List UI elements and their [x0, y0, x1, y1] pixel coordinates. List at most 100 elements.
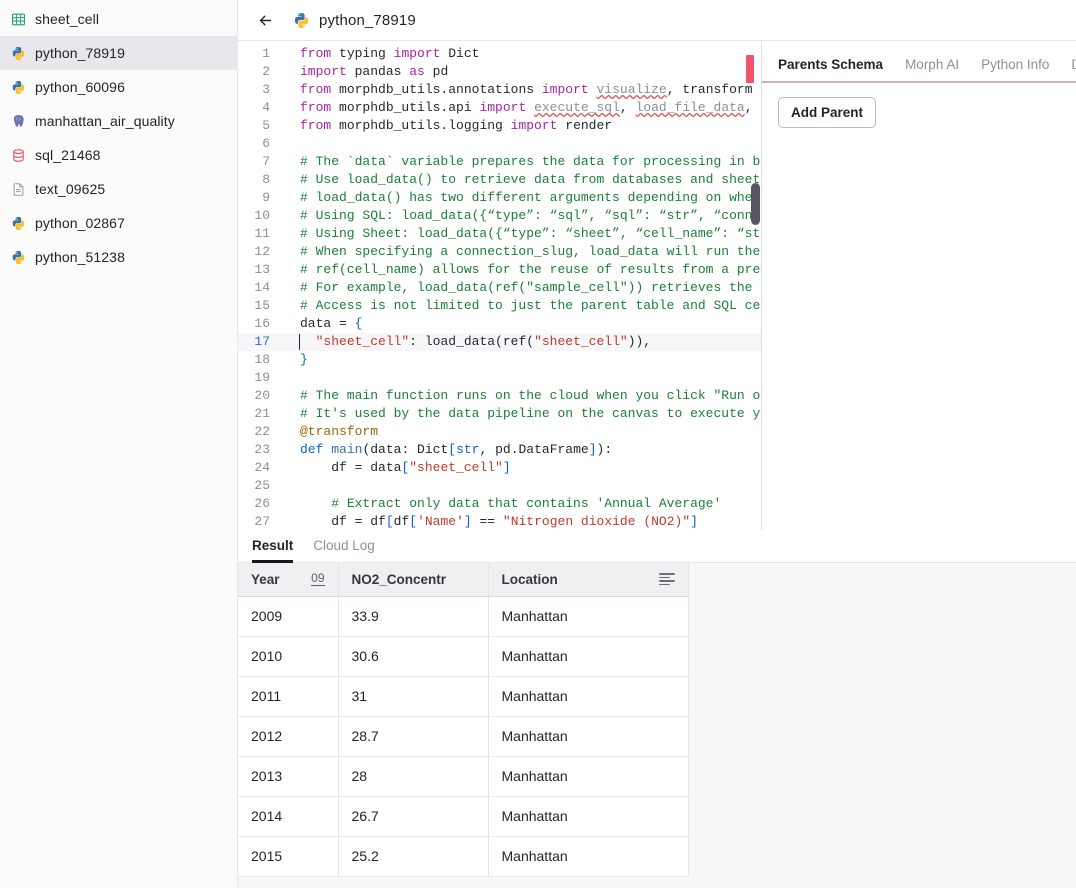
- add-parent-button[interactable]: Add Parent: [778, 97, 877, 128]
- sidebar-item-label: sheet_cell: [35, 11, 100, 27]
- document-icon: [10, 181, 26, 197]
- table-cell[interactable]: Manhattan: [488, 636, 689, 677]
- line-content: from morphdb_utils.annotations import vi…: [300, 82, 753, 97]
- table-cell[interactable]: Manhattan: [488, 796, 689, 837]
- code-editor[interactable]: 1 from typing import Dict 2 import pandas a…: [238, 41, 762, 530]
- code-line-10[interactable]: 10 # Using SQL: load_data({“type”: “sql”,…: [238, 207, 761, 225]
- code-line-22[interactable]: 22 @transform: [238, 423, 761, 441]
- line-number: 13: [254, 262, 270, 277]
- right-panel-body: Add Parent: [762, 83, 1076, 142]
- table-cell[interactable]: 30.6: [338, 636, 489, 677]
- sidebar-item-python_78919[interactable]: python_78919: [0, 36, 237, 70]
- table-cell[interactable]: 2014: [238, 796, 339, 837]
- code-lines[interactable]: 1 from typing import Dict 2 import pandas a…: [238, 41, 761, 530]
- table-cell[interactable]: Manhattan: [488, 836, 689, 877]
- code-line-18[interactable]: 18}: [238, 351, 761, 369]
- tab-python-info[interactable]: Python Info: [981, 57, 1049, 81]
- sidebar-item-python_02867[interactable]: python_02867: [0, 206, 237, 240]
- tab-morph-ai[interactable]: Morph AI: [905, 57, 959, 81]
- code-line-25[interactable]: 25: [238, 477, 761, 495]
- code-line-11[interactable]: 11 # Using Sheet: load_data({“type”: “she…: [238, 225, 761, 243]
- code-line-17[interactable]: 17 "sheet_cell": load_data(ref("sheet_ce…: [238, 333, 761, 351]
- code-line-27[interactable]: 27 df = df[df['Name'] == "Nitrogen dioxi…: [238, 513, 761, 530]
- column-header-Year[interactable]: Year 09: [238, 563, 339, 597]
- table-cell[interactable]: 26.7: [338, 796, 489, 837]
- table-cell[interactable]: 31: [338, 676, 489, 717]
- table-cell[interactable]: 2009: [238, 596, 339, 637]
- code-line-4[interactable]: 4 from morphdb_utils.api import execute_s…: [238, 99, 761, 117]
- line-content: # It's used by the data pipeline on the …: [300, 406, 762, 421]
- code-line-16[interactable]: 16 data = {: [238, 315, 761, 333]
- code-line-2[interactable]: 2 import pandas as pd: [238, 63, 761, 81]
- code-line-19[interactable]: 19: [238, 369, 761, 387]
- table-cell[interactable]: Manhattan: [488, 756, 689, 797]
- line-content: # Using SQL: load_data({“type”: “sql”, “…: [300, 208, 762, 223]
- line-content: # Use load_data() to retrieve data from …: [300, 172, 762, 187]
- sidebar-item-python_60096[interactable]: python_60096: [0, 70, 237, 104]
- main-area: python_78919 Run 1 from typing import Dic…: [238, 0, 1076, 888]
- arrow-left-icon[interactable]: [252, 7, 278, 33]
- tab-parents-schema[interactable]: Parents Schema: [778, 57, 883, 81]
- table-row[interactable]: 2012 28.7 Manhattan: [238, 716, 689, 757]
- line-number: 21: [254, 406, 270, 421]
- sidebar-item-python_51238[interactable]: python_51238: [0, 240, 237, 274]
- line-content: [284, 135, 308, 153]
- code-line-26[interactable]: 26 # Extract only data that contains 'An…: [238, 495, 761, 513]
- tab-cloud-log[interactable]: Cloud Log: [313, 538, 375, 563]
- table-cell[interactable]: Manhattan: [488, 716, 689, 757]
- line-content: df = df[df['Name'] == "Nitrogen dioxide …: [300, 514, 698, 529]
- code-line-20[interactable]: 20 # The main function runs on the cloud …: [238, 387, 761, 405]
- line-number: 4: [262, 100, 270, 115]
- code-line-14[interactable]: 14 # For example, load_data(ref("sample_c…: [238, 279, 761, 297]
- tab-result[interactable]: Result: [252, 538, 294, 563]
- table-cell[interactable]: 2010: [238, 636, 339, 677]
- code-line-1[interactable]: 1 from typing import Dict: [238, 45, 761, 63]
- editor-scrollbar[interactable]: [751, 183, 760, 225]
- code-line-9[interactable]: 9 # load_data() has two different argumen…: [238, 189, 761, 207]
- table-cell[interactable]: 2015: [238, 836, 339, 877]
- column-header-NO2_Concentr[interactable]: NO2_Concentr: [338, 563, 489, 597]
- table-cell[interactable]: 2011: [238, 676, 339, 717]
- code-line-15[interactable]: 15 # Access is not limited to just the pa…: [238, 297, 761, 315]
- code-line-13[interactable]: 13 # ref(cell_name) allows for the reuse …: [238, 261, 761, 279]
- table-cell[interactable]: 2013: [238, 756, 339, 797]
- error-marker: [746, 55, 754, 83]
- sidebar-item-text_09625[interactable]: text_09625: [0, 172, 237, 206]
- table-cell[interactable]: 28: [338, 756, 489, 797]
- code-line-12[interactable]: 12 # When specifying a connection_slug, l…: [238, 243, 761, 261]
- results-grid-scroll[interactable]: Year 09 NO2_Concentr Location 2009 33.9 Manha…: [238, 563, 1076, 888]
- sidebar-item-manhattan_air_quality[interactable]: manhattan_air_quality: [0, 104, 237, 138]
- code-line-23[interactable]: 23 def main(data: Dict[str, pd.DataFrame]…: [238, 441, 761, 459]
- table-cell[interactable]: 25.2: [338, 836, 489, 877]
- code-line-21[interactable]: 21 # It's used by the data pipeline on th…: [238, 405, 761, 423]
- code-line-24[interactable]: 24 df = data["sheet_cell"]: [238, 459, 761, 477]
- table-cell[interactable]: 2012: [238, 716, 339, 757]
- table-row[interactable]: 2014 26.7 Manhattan: [238, 796, 689, 837]
- table-row[interactable]: 2015 25.2 Manhattan: [238, 836, 689, 877]
- code-line-7[interactable]: 7 # The `data` variable prepares the data…: [238, 153, 761, 171]
- python-icon: [293, 12, 310, 29]
- line-number: 3: [262, 82, 270, 97]
- line-content: from typing import Dict: [300, 46, 480, 61]
- sidebar-item-sheet_cell[interactable]: sheet_cell: [0, 2, 237, 36]
- table-header-row: Year 09 NO2_Concentr Location: [238, 563, 689, 597]
- line-number: 18: [254, 352, 270, 367]
- table-row[interactable]: 2009 33.9 Manhattan: [238, 596, 689, 637]
- table-cell[interactable]: 28.7: [338, 716, 489, 757]
- table-row[interactable]: 2011 31 Manhattan: [238, 676, 689, 717]
- tab-download[interactable]: Download: [1071, 57, 1076, 81]
- table-row[interactable]: 2010 30.6 Manhattan: [238, 636, 689, 677]
- table-cell[interactable]: 33.9: [338, 596, 489, 637]
- table-cell[interactable]: Manhattan: [488, 596, 689, 637]
- code-line-5[interactable]: 5 from morphdb_utils.logging import rende…: [238, 117, 761, 135]
- code-line-8[interactable]: 8 # Use load_data() to retrieve data from…: [238, 171, 761, 189]
- column-header-Location[interactable]: Location: [488, 563, 689, 597]
- sidebar-item-sql_21468[interactable]: sql_21468: [0, 138, 237, 172]
- line-number: 10: [254, 208, 270, 223]
- code-line-3[interactable]: 3 from morphdb_utils.annotations import v…: [238, 81, 761, 99]
- results-tabs: Result Cloud Log: [238, 530, 1076, 563]
- table-cell[interactable]: Manhattan: [488, 676, 689, 717]
- line-number: 5: [262, 118, 270, 133]
- table-row[interactable]: 2013 28 Manhattan: [238, 756, 689, 797]
- code-line-6[interactable]: 6: [238, 135, 761, 153]
